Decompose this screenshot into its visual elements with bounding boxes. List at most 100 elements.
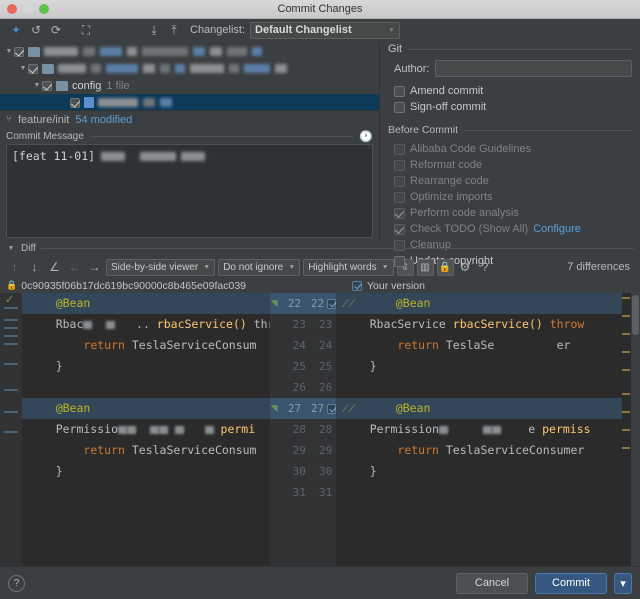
checkbox-row[interactable]: Amend commit bbox=[394, 83, 632, 99]
left-line-number: 26 bbox=[279, 381, 305, 394]
diff-line-number-row: 3030 bbox=[270, 461, 336, 482]
tree-row[interactable]: ▼ bbox=[0, 60, 379, 77]
chevron-down-icon[interactable]: ▼ bbox=[18, 65, 28, 72]
diff-left-title: 0c90935f06b17dc619bc90000c8b465e09fac039 bbox=[21, 280, 246, 292]
tree-row-checkbox[interactable] bbox=[70, 98, 80, 108]
changelist-select[interactable]: Default Changelist ▼ bbox=[250, 22, 400, 39]
checkbox-row[interactable]: Check TODO (Show All)Configure bbox=[394, 221, 632, 237]
checkbox-row[interactable]: Reformat code bbox=[394, 157, 632, 173]
minimap-change-marker bbox=[622, 393, 630, 395]
diff-line-numbers[interactable]: ◥22222323242425252626◥272728282929303031… bbox=[270, 293, 336, 566]
magic-wand-icon[interactable]: ✦ bbox=[6, 21, 26, 39]
compare-icon[interactable]: ∠ bbox=[46, 259, 63, 276]
next-difference-icon[interactable]: ↓ bbox=[26, 259, 43, 276]
prev-difference-icon[interactable]: ↑ bbox=[6, 259, 23, 276]
help-icon[interactable]: ? bbox=[477, 259, 494, 276]
diff-scrollbar-thumb[interactable] bbox=[632, 295, 639, 335]
checkbox-row[interactable]: Rearrange code bbox=[394, 173, 632, 189]
right-line-number: 26 bbox=[306, 381, 332, 394]
chevron-down-icon[interactable]: ▼ bbox=[4, 48, 14, 55]
cancel-button[interactable]: Cancel bbox=[456, 573, 528, 594]
redacted-name bbox=[143, 98, 155, 107]
checkbox[interactable] bbox=[394, 208, 405, 219]
ignore-mode-select[interactable]: Do not ignore ▼ bbox=[218, 259, 300, 276]
redacted-name bbox=[227, 47, 247, 56]
redacted-name bbox=[160, 64, 170, 73]
right-line-number: 25 bbox=[306, 360, 332, 373]
diff-left-line: @Bean bbox=[22, 398, 270, 419]
left-line-number: 29 bbox=[279, 444, 305, 457]
checkbox-row[interactable]: Perform code analysis bbox=[394, 205, 632, 221]
chevron-down-icon: ▼ bbox=[382, 264, 389, 271]
commit-message-value: [feat 11-01] bbox=[12, 149, 95, 163]
your-version-checkbox[interactable] bbox=[352, 281, 362, 291]
checkbox[interactable] bbox=[394, 144, 405, 155]
settings-icon[interactable]: ⚙ bbox=[457, 259, 474, 276]
diff-gutter-marker bbox=[4, 307, 18, 309]
diff-body[interactable]: ✓ @Bean Rbac .. rbacService() thr return… bbox=[0, 293, 640, 566]
author-field[interactable] bbox=[435, 60, 632, 77]
checkbox-row[interactable]: Alibaba Code Guidelines bbox=[394, 141, 632, 157]
diff-right-code[interactable]: ̸̸ @Bean RbacService rbacService() throw… bbox=[336, 293, 622, 566]
undo-icon[interactable]: ↺ bbox=[26, 21, 46, 39]
group-by-icon[interactable]: ⛶ bbox=[76, 21, 96, 39]
change-marker-icon[interactable]: ◥ bbox=[270, 403, 278, 414]
checkbox[interactable] bbox=[394, 86, 405, 97]
refresh-icon[interactable]: ⟳ bbox=[46, 21, 66, 39]
checkbox-row[interactable]: Sign-off commit bbox=[394, 99, 632, 115]
minimap-change-marker bbox=[622, 315, 630, 317]
diff-line-number-row: 2323 bbox=[270, 314, 336, 335]
chevron-down-icon[interactable]: ▼ bbox=[32, 82, 42, 89]
highlight-mode-select[interactable]: Highlight words ▼ bbox=[303, 259, 393, 276]
commit-dropdown-button[interactable]: ▾ bbox=[614, 573, 632, 594]
viewer-mode-select[interactable]: Side-by-side viewer ▼ bbox=[106, 259, 215, 276]
diff-left-gutter[interactable]: ✓ bbox=[0, 293, 22, 566]
commit-message-input[interactable]: [feat 11-01] bbox=[6, 144, 373, 238]
accept-change-checkbox[interactable] bbox=[327, 404, 336, 414]
checkbox[interactable] bbox=[394, 192, 405, 203]
diff-right-title-row: Your version bbox=[352, 280, 425, 292]
diff-minimap bbox=[622, 293, 631, 566]
changed-files-tree[interactable]: ▼▼▼config1 file▼dao3 files▼mapper1 filea… bbox=[0, 41, 379, 110]
diff-section-header[interactable]: ▼ Diff bbox=[0, 240, 640, 256]
diff-scrollbar[interactable] bbox=[631, 293, 640, 566]
checkbox[interactable] bbox=[394, 224, 405, 235]
checkbox[interactable] bbox=[394, 160, 405, 171]
diff-left-pane[interactable]: ✓ @Bean Rbac .. rbacService() thr return… bbox=[0, 293, 270, 566]
diff-left-code[interactable]: @Bean Rbac .. rbacService() thr return T… bbox=[22, 293, 270, 566]
checkbox[interactable] bbox=[394, 256, 405, 267]
before-commit-label: Before Commit bbox=[388, 124, 458, 136]
clock-icon[interactable]: 🕐 bbox=[359, 130, 373, 143]
checkbox[interactable] bbox=[394, 176, 405, 187]
tree-row[interactable]: ▼ bbox=[0, 43, 379, 60]
accept-left-icon[interactable]: ← bbox=[66, 259, 83, 276]
redacted-name bbox=[275, 64, 287, 73]
commit-button[interactable]: Commit bbox=[535, 573, 607, 594]
change-marker-icon[interactable]: ◥ bbox=[270, 298, 278, 309]
checkbox-label: Amend commit bbox=[410, 85, 483, 97]
accept-right-icon[interactable]: → bbox=[86, 259, 103, 276]
tree-row-checkbox[interactable] bbox=[14, 47, 24, 57]
redacted-name bbox=[143, 64, 155, 73]
top-split: ▼▼▼config1 file▼dao3 files▼mapper1 filea… bbox=[0, 41, 640, 240]
tree-row[interactable]: ▼config1 file bbox=[0, 77, 379, 94]
accept-change-checkbox[interactable] bbox=[327, 299, 336, 309]
checkbox-row[interactable]: Optimize imports bbox=[394, 189, 632, 205]
checkbox[interactable] bbox=[394, 102, 405, 113]
tree-row[interactable] bbox=[0, 94, 379, 110]
left-line-number: 25 bbox=[279, 360, 305, 373]
tree-row-checkbox[interactable] bbox=[28, 64, 38, 74]
configure-link[interactable]: Configure bbox=[533, 223, 581, 235]
expand-all-icon[interactable]: ⤓ bbox=[144, 21, 164, 39]
tree-row-checkbox[interactable] bbox=[42, 81, 52, 91]
whitespace-icon[interactable]: ▥ bbox=[417, 259, 434, 276]
checkbox[interactable] bbox=[394, 240, 405, 251]
redacted-name bbox=[210, 47, 222, 56]
differences-count: 7 differences bbox=[567, 261, 634, 273]
diff-right-pane[interactable]: ̸̸ @Bean RbacService rbacService() throw… bbox=[336, 293, 640, 566]
help-button[interactable]: ? bbox=[8, 575, 25, 592]
lock-icon[interactable]: 🔒 bbox=[437, 259, 454, 276]
collapse-all-icon[interactable]: ⤒ bbox=[164, 21, 184, 39]
lock-icon: 🔒 bbox=[6, 280, 17, 291]
accept-all-icon[interactable]: ✓ bbox=[3, 294, 16, 307]
